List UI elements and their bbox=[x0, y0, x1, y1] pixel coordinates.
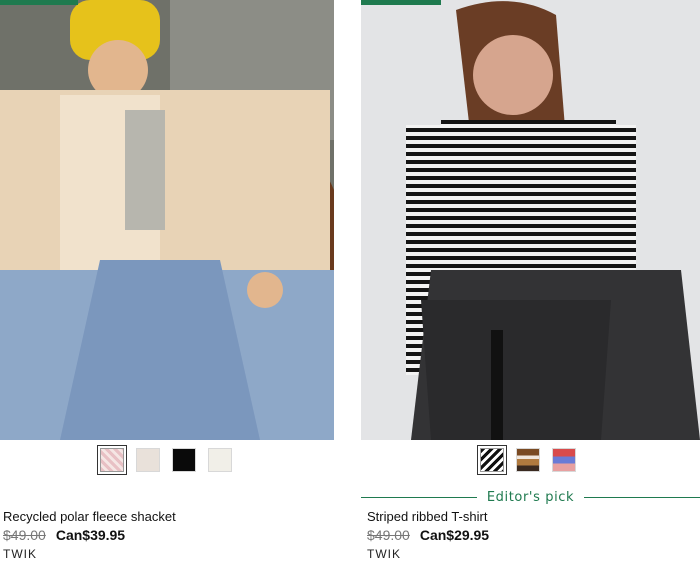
swatch-off-white[interactable] bbox=[208, 448, 232, 472]
swatch-brown-stripes[interactable] bbox=[516, 448, 540, 472]
badge-tag bbox=[0, 0, 78, 5]
color-swatches bbox=[477, 445, 576, 475]
sale-price: Can$29.95 bbox=[419, 527, 490, 543]
divider-right bbox=[584, 496, 700, 498]
price-row: $49.00 Can$39.95 bbox=[3, 527, 125, 543]
original-price: $49.00 bbox=[367, 527, 410, 543]
editors-pick-banner: Editor's pick bbox=[361, 487, 700, 507]
original-price: $49.00 bbox=[3, 527, 46, 543]
badge-tag bbox=[361, 0, 441, 5]
product-name[interactable]: Striped ribbed T-shirt bbox=[367, 509, 487, 524]
brand-label: TWIK bbox=[367, 547, 401, 561]
product-card[interactable]: Recycled polar fleece shacket $49.00 Can… bbox=[0, 0, 334, 561]
editors-pick-label: Editor's pick bbox=[486, 489, 575, 505]
price-row: $49.00 Can$29.95 bbox=[367, 527, 489, 543]
swatch-beige[interactable] bbox=[136, 448, 160, 472]
color-swatches bbox=[97, 445, 232, 475]
swatch-black[interactable] bbox=[172, 448, 196, 472]
swatch-black-white-stripes[interactable] bbox=[477, 445, 507, 475]
divider-left bbox=[361, 496, 477, 498]
brand-label: TWIK bbox=[3, 547, 37, 561]
product-name[interactable]: Recycled polar fleece shacket bbox=[3, 509, 176, 524]
product-image[interactable] bbox=[361, 0, 700, 440]
product-image[interactable] bbox=[0, 0, 334, 440]
swatch-pink-plaid[interactable] bbox=[97, 445, 127, 475]
product-card[interactable]: Editor's pick Striped ribbed T-shirt $49… bbox=[361, 0, 700, 561]
swatch-multicolor-stripes[interactable] bbox=[552, 448, 576, 472]
sale-price: Can$39.95 bbox=[55, 527, 126, 543]
